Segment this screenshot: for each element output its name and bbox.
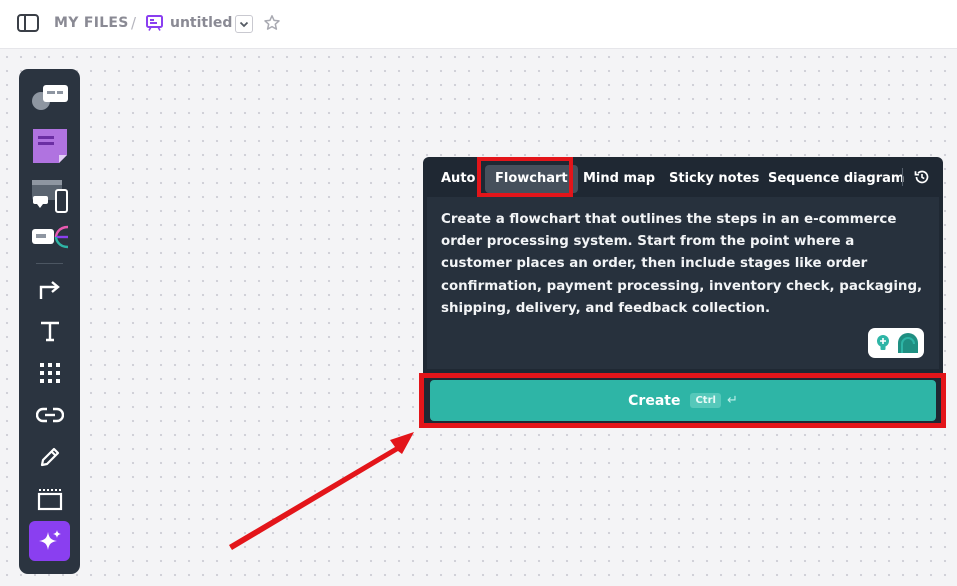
create-button-highlight xyxy=(419,373,946,428)
devices-tool[interactable] xyxy=(29,176,70,216)
chat-bubble-icon xyxy=(896,332,920,354)
tab-sequence-diagram[interactable]: Sequence diagram xyxy=(758,165,914,193)
top-bar: MY FILES / untitled xyxy=(0,0,957,49)
enhance-prompt-button[interactable] xyxy=(868,328,924,358)
board-icon xyxy=(146,15,163,31)
title-dropdown-button[interactable] xyxy=(235,15,253,33)
breadcrumb-my-files[interactable]: MY FILES xyxy=(54,15,129,31)
chevron-down-icon xyxy=(239,21,249,28)
link-tool[interactable] xyxy=(29,395,70,435)
breadcrumb-separator: / xyxy=(131,14,137,32)
components-tool[interactable] xyxy=(29,217,70,257)
connector-tool[interactable] xyxy=(29,269,70,309)
board-title[interactable]: untitled xyxy=(170,15,232,31)
star-icon[interactable] xyxy=(263,14,281,32)
history-icon[interactable] xyxy=(913,168,931,186)
pen-tool[interactable] xyxy=(29,437,70,477)
tab-sticky-notes[interactable]: Sticky notes xyxy=(659,165,769,193)
tab-mind-map[interactable]: Mind map xyxy=(573,165,665,193)
ai-assistant-tool[interactable] xyxy=(29,521,70,561)
sticky-note-tool[interactable] xyxy=(29,126,70,166)
bulb-icon xyxy=(874,334,892,352)
sparkle-icon xyxy=(38,530,61,550)
tab-divider xyxy=(902,168,903,186)
prompt-input[interactable]: Create a flowchart that outlines the ste… xyxy=(427,197,939,369)
templates-tool[interactable] xyxy=(29,77,70,117)
flowchart-tab-highlight xyxy=(477,157,573,197)
sidebar-toggle-icon[interactable] xyxy=(17,14,39,32)
toolbar-divider xyxy=(36,263,63,264)
prompt-text[interactable]: Create a flowchart that outlines the ste… xyxy=(441,209,927,320)
frame-tool[interactable] xyxy=(29,479,70,519)
text-tool[interactable] xyxy=(29,311,70,351)
grid-tool[interactable] xyxy=(29,353,70,393)
left-toolbar xyxy=(19,69,80,574)
